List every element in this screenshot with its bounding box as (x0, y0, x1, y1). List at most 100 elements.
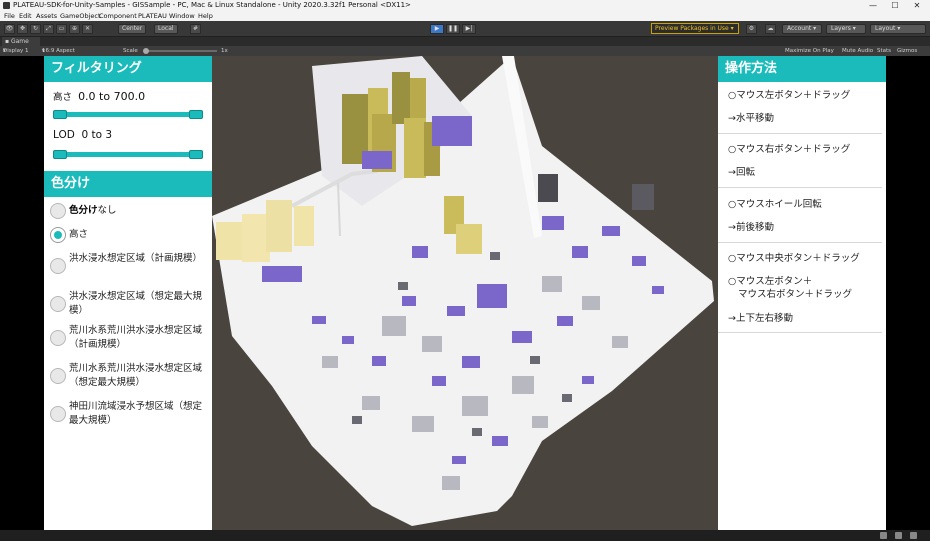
collab-icon[interactable]: ⚙ (746, 24, 757, 34)
lod-label: LOD 0 to 3 (53, 129, 112, 141)
radio-none[interactable] (50, 203, 66, 219)
layout-dropdown[interactable]: Layout ▾ (870, 24, 926, 34)
height-range-slider[interactable] (53, 110, 203, 119)
lod-slider-min-handle[interactable] (53, 150, 67, 159)
menu-window[interactable]: Window (169, 11, 195, 21)
radio-arakawa-max[interactable] (50, 368, 66, 384)
lod-slider-max-handle[interactable] (189, 150, 203, 159)
preview-packages-dropdown[interactable]: Preview Packages in Use ▾ (651, 23, 739, 34)
move-tool-icon[interactable]: ✥ (17, 24, 28, 34)
radio-arakawa-planned[interactable] (50, 330, 66, 346)
lod-slider-track[interactable] (55, 152, 201, 157)
help-divider (718, 187, 882, 188)
progress-icon[interactable] (895, 532, 902, 539)
layers-dropdown[interactable]: Layers ▾ (826, 24, 866, 34)
help-action-line: →上下左右移動 (728, 313, 793, 324)
filter-header: フィルタリング (44, 56, 212, 82)
layout-label: Layout (875, 25, 896, 32)
menu-bar: File Edit Assets GameObject Component PL… (0, 11, 930, 21)
account-dropdown[interactable]: Account ▾ (782, 24, 822, 34)
stats-toggle[interactable]: Stats (877, 46, 891, 56)
game-tab-bar: ▪ Game (0, 37, 930, 46)
radio-flood-max[interactable] (50, 296, 66, 312)
title-bar: PLATEAU-SDK-for-Unity-Samples - GISSampl… (0, 0, 930, 11)
tab-game[interactable]: ▪ Game (2, 37, 40, 46)
help-input-line: ○マウス右ボタン＋ドラッグ (728, 144, 851, 155)
account-label: Account (787, 25, 812, 32)
filter-panel: フィルタリング 高さ 0.0 to 700.0 LOD 0 to 3 色分け 色… (44, 56, 212, 530)
coloring-option-label: 高さ (69, 229, 89, 240)
display-dropdown[interactable]: Display 1 ▾ (3, 46, 29, 56)
help-input-line: ○マウス左ボタン＋ドラッグ (728, 90, 851, 101)
menu-assets[interactable]: Assets (36, 11, 57, 21)
aspect-label: 16:9 Aspect (42, 48, 75, 54)
scale-value: 1x (221, 48, 228, 54)
radio-kandagawa-max[interactable] (50, 406, 66, 422)
height-range: 0.0 to 700.0 (78, 90, 146, 103)
rotate-tool-icon[interactable]: ↻ (30, 24, 41, 34)
cloud-icon[interactable]: ☁ (765, 24, 776, 34)
minimize-button[interactable]: — (862, 0, 884, 11)
menu-help[interactable]: Help (198, 11, 213, 21)
menu-plateau[interactable]: PLATEAU (138, 11, 167, 21)
grid-snap-icon[interactable]: # (190, 24, 201, 34)
step-button[interactable]: ▶| (462, 24, 476, 34)
help-action-line: →水平移動 (728, 113, 774, 124)
height-slider-track[interactable] (55, 112, 201, 117)
coloring-option-label: 荒川水系荒川洪水浸水想定区域（想定最大規模） (69, 363, 203, 388)
lod-range-slider[interactable] (53, 150, 203, 159)
layers-label: Layers (831, 25, 851, 32)
city-3d-scene[interactable] (212, 56, 718, 530)
height-slider-min-handle[interactable] (53, 110, 67, 119)
coloring-option-label: 洪水浸水想定区域（想定最大規模） (69, 291, 203, 316)
scale-label: Scale (123, 48, 138, 54)
gizmos-dropdown[interactable]: Gizmos (897, 46, 917, 56)
scale-slider-track[interactable] (147, 50, 217, 52)
lod-label-text: LOD (53, 129, 75, 141)
pivot-center-button[interactable]: Center (118, 24, 147, 34)
transform-tool-icon[interactable]: ⊕ (69, 24, 80, 34)
menu-component[interactable]: Component (99, 11, 137, 21)
view-tool-icon[interactable]: 👁 (4, 24, 15, 34)
menu-gameobject[interactable]: GameObject (60, 11, 101, 21)
menu-file[interactable]: File (4, 11, 15, 21)
pause-button[interactable]: ❚❚ (446, 24, 460, 34)
help-input-line: ○マウス中央ボタン＋ドラッグ (728, 253, 860, 264)
radio-flood-planned[interactable] (50, 258, 66, 274)
status-bar (0, 530, 930, 541)
radio-height-selected[interactable] (50, 227, 66, 243)
mute-audio-toggle[interactable]: Mute Audio (842, 46, 873, 56)
scale-slider-handle[interactable] (143, 48, 149, 54)
custom-tool-icon[interactable]: ✕ (82, 24, 93, 34)
help-divider (718, 332, 882, 333)
play-button[interactable]: ▶ (430, 24, 444, 34)
arrow-right-icon: → (728, 167, 736, 178)
arrow-right-icon: → (728, 222, 736, 233)
height-slider-max-handle[interactable] (189, 110, 203, 119)
close-button[interactable]: ✕ (906, 0, 928, 11)
coloring-option-label: 神田川流域浸水予想区域（想定最大規模） (69, 401, 203, 426)
scale-tool-icon[interactable]: ⤢ (43, 24, 54, 34)
local-label: Local (158, 25, 174, 32)
aspect-dropdown[interactable]: 16:9 Aspect ▾ (42, 46, 75, 56)
coloring-option-label: 荒川水系荒川洪水浸水想定区域（計画規模） (69, 325, 203, 350)
pivot-local-button[interactable]: Local (154, 24, 178, 34)
game-view: フィルタリング 高さ 0.0 to 700.0 LOD 0 to 3 色分け 色… (0, 56, 930, 530)
window-title: PLATEAU-SDK-for-Unity-Samples - GISSampl… (13, 1, 411, 9)
coloring-option-label: 洪水浸水想定区域（計画規模） (69, 253, 203, 264)
menu-edit[interactable]: Edit (19, 11, 32, 21)
maximize-on-play-toggle[interactable]: Maximize On Play (785, 46, 834, 56)
rect-tool-icon[interactable]: ▭ (56, 24, 67, 34)
help-action-line: →前後移動 (728, 222, 774, 233)
game-view-controls: Display 1 ▾ 16:9 Aspect ▾ Scale 1x Maxim… (0, 46, 930, 56)
debug-icon[interactable] (910, 532, 917, 539)
maximize-button[interactable]: ☐ (884, 0, 906, 11)
unity-logo-icon (3, 2, 10, 9)
height-label-text: 高さ (53, 92, 73, 103)
help-action-line: →回転 (728, 167, 755, 178)
display-label: Display 1 (3, 48, 29, 54)
city-model-render (212, 56, 714, 526)
preview-packages-label: Preview Packages in Use (655, 25, 729, 32)
controls-help-header: 操作方法 (718, 56, 886, 82)
console-icon[interactable] (880, 532, 887, 539)
